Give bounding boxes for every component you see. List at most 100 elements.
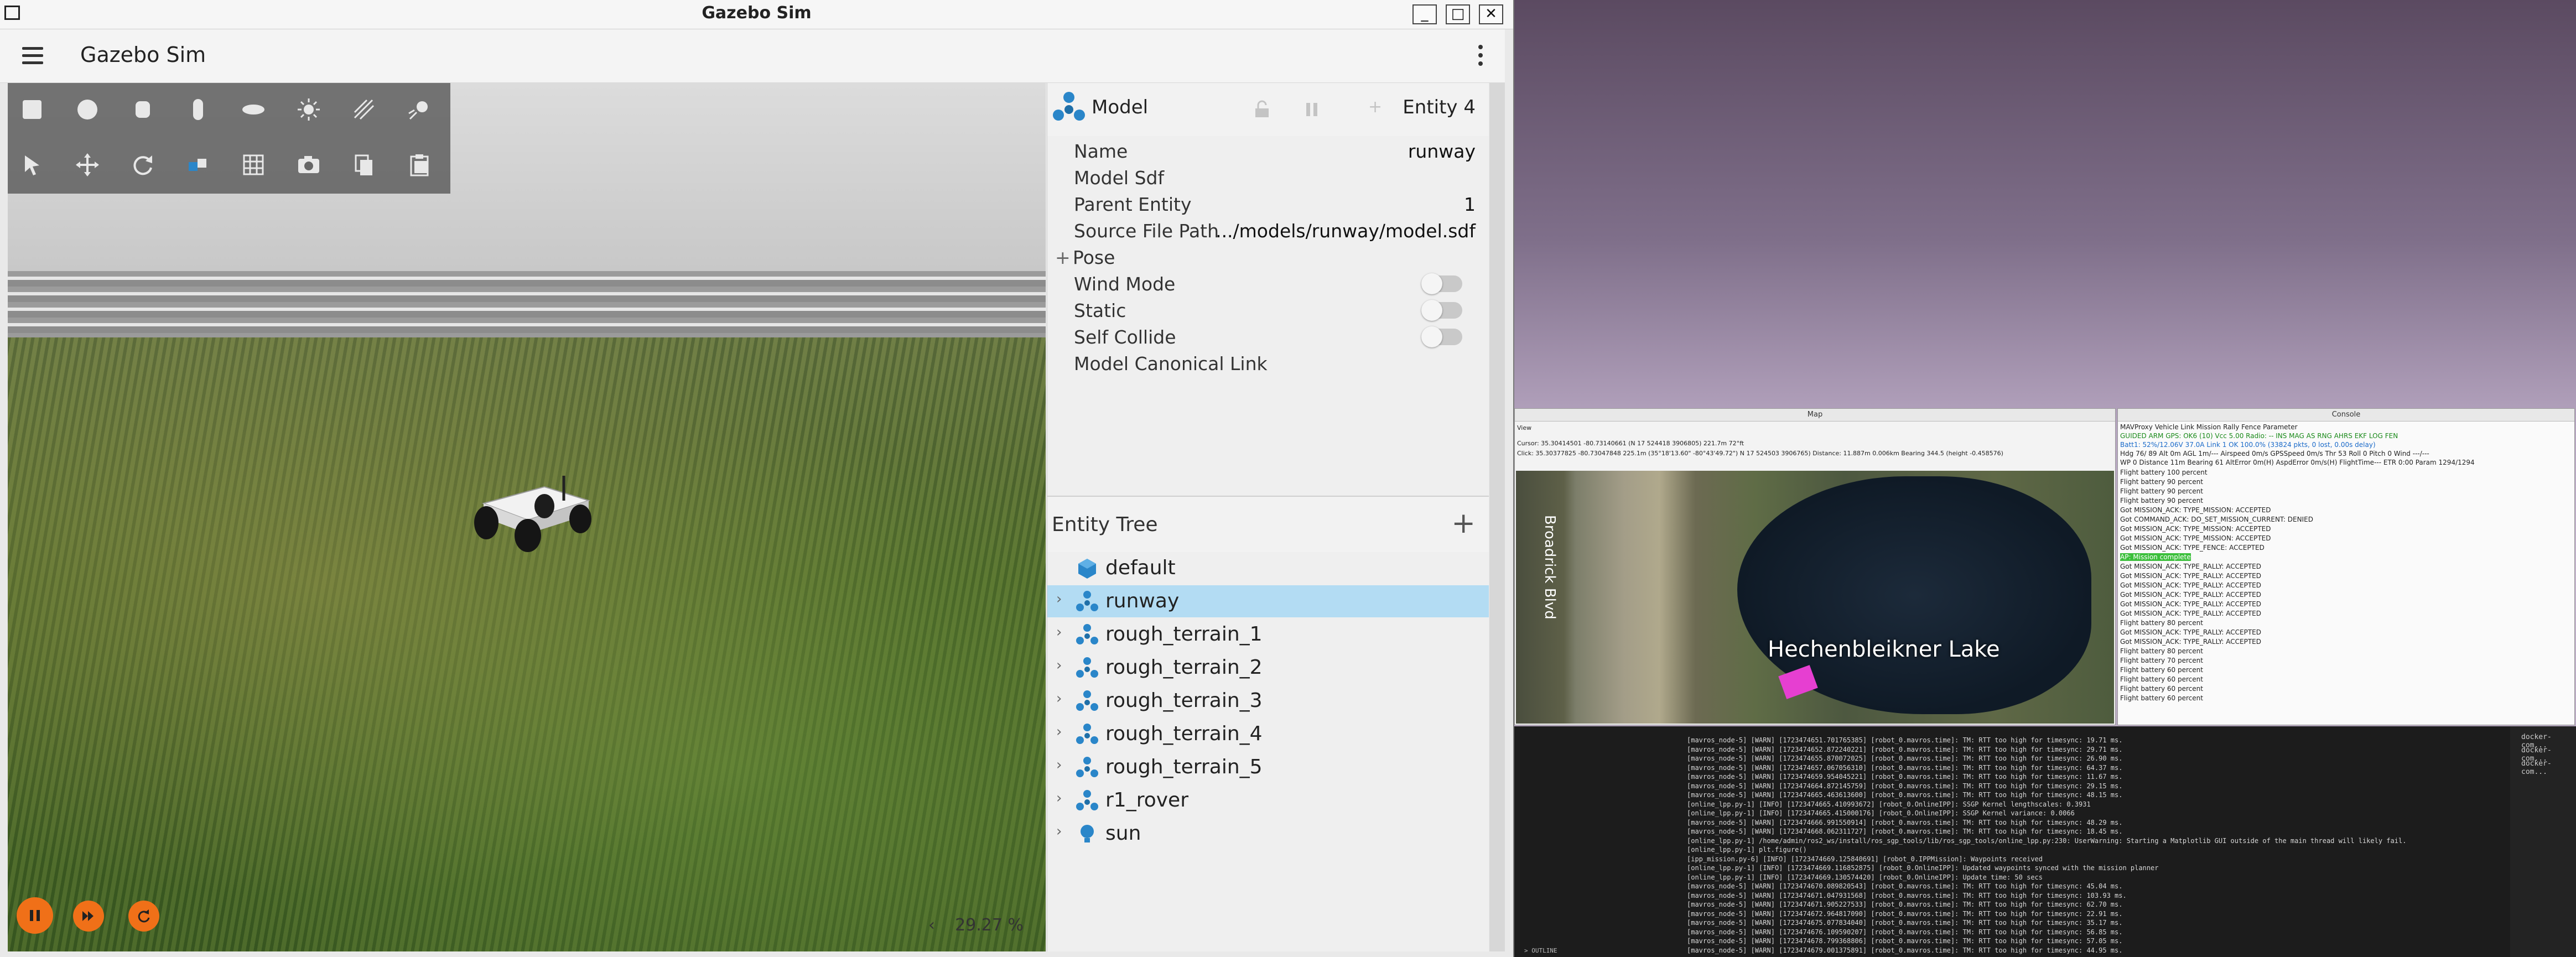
menu-icon[interactable] <box>22 47 43 65</box>
source-file-path-value: .../models/runway/model.sdf <box>1216 220 1476 242</box>
entity-tree-row[interactable]: default <box>1047 552 1489 584</box>
entity-tree-item-label: rough_terrain_1 <box>1105 623 1263 646</box>
console-log-line: Flight battery 90 percent <box>2120 487 2203 495</box>
entity-tree-row[interactable]: › rough_terrain_2 <box>1047 652 1489 684</box>
rover-model[interactable] <box>461 470 605 553</box>
terminal-log-line: [mavros_node-5] [WARN] [1723474675.07783… <box>1687 919 2123 927</box>
name-value: runway <box>1408 141 1476 162</box>
expand-chevron-icon[interactable]: › <box>1056 790 1062 807</box>
terminal-log-line: [mavros_node-5] [WARN] [1723474651.70176… <box>1687 736 2123 744</box>
window-titlebar[interactable]: Gazebo Sim _ □ ✕ <box>0 0 1513 29</box>
map-satellite-view[interactable]: Broadrick Blvd Hechenbleikner Lake <box>1516 471 2114 724</box>
console-log-line: Flight battery 60 percent <box>2120 666 2203 674</box>
model-icon <box>1076 690 1098 711</box>
expand-chevron-icon[interactable]: › <box>1056 591 1062 607</box>
console-log-line: Got MISSION_ACK: TYPE_MISSION: ACCEPTED <box>2120 525 2271 533</box>
maximize-button[interactable]: □ <box>1446 4 1470 24</box>
terminal-log-line: [mavros_node-5] [WARN] [1723474670.08982… <box>1687 882 2123 890</box>
grid-snap-icon[interactable] <box>237 148 270 181</box>
app-title: Gazebo Sim <box>80 43 206 67</box>
console-log-line: AP: Mission complete <box>2120 553 2191 561</box>
zoom-collapse-icon[interactable]: ‹ <box>928 916 935 935</box>
expand-chevron-icon[interactable]: › <box>1056 757 1062 773</box>
panel-scrollbar[interactable] <box>1489 83 1505 951</box>
console-log-line: Got MISSION_ACK: TYPE_FENCE: ACCEPTED <box>2120 544 2265 552</box>
entity-tree-title: Entity Tree <box>1052 513 1158 536</box>
model-icon <box>1076 724 1098 744</box>
terminal-tab-3[interactable]: docker-com... <box>2521 760 2576 776</box>
console-log-line: Flight battery 80 percent <box>2120 647 2203 655</box>
console-log-line: Got MISSION_ACK: TYPE_RALLY: ACCEPTED <box>2120 563 2261 570</box>
entity-tree-row[interactable]: › sun <box>1047 818 1489 850</box>
property-name: Name runway <box>1074 141 1476 162</box>
entity-tree-item-label: runway <box>1105 590 1180 612</box>
reset-button[interactable] <box>128 901 159 932</box>
copy-icon[interactable] <box>347 148 381 181</box>
spot-light-icon[interactable] <box>347 93 381 126</box>
console-log-line: Got COMMAND_ACK: DO_SET_MISSION_CURRENT:… <box>2120 516 2313 523</box>
console-tabs[interactable]: MAVProxy Vehicle Link Mission Rally Fenc… <box>2120 423 2298 431</box>
screenshot-camera-icon[interactable] <box>292 148 325 181</box>
more-options-icon[interactable] <box>1478 45 1484 69</box>
entity-tree-row[interactable]: › r1_rover <box>1047 784 1489 816</box>
entity-tree-row[interactable]: › rough_terrain_4 <box>1047 718 1489 750</box>
transform-control-icon[interactable] <box>181 148 215 181</box>
point-light-icon[interactable] <box>403 93 436 126</box>
expand-chevron-icon[interactable]: › <box>1056 624 1062 641</box>
scene-3d-viewport[interactable]: ‹ 29.27 % <box>8 83 1046 951</box>
app-bar: Gazebo Sim <box>0 29 1505 83</box>
property-pose[interactable]: + Pose <box>1047 243 1489 270</box>
console-log-line: Got MISSION_ACK: TYPE_RALLY: ACCEPTED <box>2120 591 2261 599</box>
console-log-line: Flight battery 100 percent <box>2120 469 2208 476</box>
expand-chevron-icon[interactable]: › <box>1056 657 1062 674</box>
static-toggle[interactable] <box>1421 300 1462 321</box>
entity-tree-row[interactable]: › rough_terrain_1 <box>1047 618 1489 651</box>
entity-tree-row[interactable]: › runway <box>1047 585 1489 617</box>
capsule-shape-icon[interactable] <box>181 93 215 126</box>
pause-update-icon[interactable] <box>1302 100 1322 119</box>
window-title: Gazebo Sim <box>702 3 812 23</box>
self-collide-toggle[interactable] <box>1421 326 1462 347</box>
cylinder-shape-icon[interactable] <box>126 93 159 126</box>
console-log-line: Got MISSION_ACK: TYPE_MISSION: ACCEPTED <box>2120 506 2271 514</box>
entity-tree-row[interactable]: › rough_terrain_3 <box>1047 685 1489 717</box>
wind-mode-toggle[interactable] <box>1421 273 1462 294</box>
terminal-log-line: [online_lpp.py-1] [INFO] [1723474665.410… <box>1687 800 2091 808</box>
paste-icon[interactable] <box>403 148 436 181</box>
pause-button[interactable] <box>17 897 53 934</box>
expand-pose-icon[interactable]: + <box>1055 247 1071 268</box>
ellipsoid-shape-icon[interactable] <box>237 93 270 126</box>
add-component-icon[interactable]: + <box>1368 97 1382 117</box>
terminal-log-line: [mavros_node-5] [WARN] [1723474657.06705… <box>1687 763 2123 772</box>
lock-icon[interactable] <box>1252 100 1272 119</box>
expand-chevron-icon[interactable]: › <box>1056 724 1062 740</box>
sphere-shape-icon[interactable] <box>71 93 104 126</box>
entity-tree-item-label: r1_rover <box>1105 789 1188 812</box>
add-entity-icon[interactable]: + <box>1451 507 1476 540</box>
console-log-line: Flight battery 70 percent <box>2120 657 2203 664</box>
map-view-menu[interactable]: View <box>1517 424 1531 431</box>
select-mode-icon[interactable] <box>15 148 49 181</box>
directional-light-icon[interactable] <box>292 93 325 126</box>
expand-chevron-icon[interactable]: › <box>1056 823 1062 840</box>
console-log-line: Got MISSION_ACK: TYPE_RALLY: ACCEPTED <box>2120 610 2261 617</box>
map-window-title: Map <box>1515 409 2115 422</box>
model-icon <box>1076 591 1098 611</box>
expand-chevron-icon[interactable]: › <box>1056 690 1062 707</box>
step-button[interactable] <box>73 901 104 932</box>
rotate-mode-icon[interactable] <box>126 148 159 181</box>
box-shape-icon[interactable] <box>15 93 49 126</box>
model-icon <box>1076 624 1098 644</box>
entity-tree-item-label: rough_terrain_2 <box>1105 656 1263 679</box>
terminal-log-line: [mavros_node-5] [WARN] [1723474672.96481… <box>1687 909 2123 918</box>
entity-tree-row[interactable]: › rough_terrain_5 <box>1047 751 1489 783</box>
terminal-log-line: [mavros_node-5] [WARN] [1723474671.04793… <box>1687 891 2127 899</box>
property-static: Static <box>1047 297 1489 323</box>
terminal-log-line: [online_lpp.py-1] plt.figure() <box>1687 846 1807 854</box>
console-log-line: Flight battery 90 percent <box>2120 478 2203 486</box>
terminal-panel[interactable]: [mavros_node-5] [WARN] [1723474651.70176… <box>1514 726 2510 957</box>
close-button[interactable]: ✕ <box>1479 4 1503 24</box>
minimize-button[interactable]: _ <box>1412 4 1437 24</box>
translate-mode-icon[interactable] <box>71 148 104 181</box>
outline-section[interactable]: > OUTLINE <box>1524 947 1557 954</box>
